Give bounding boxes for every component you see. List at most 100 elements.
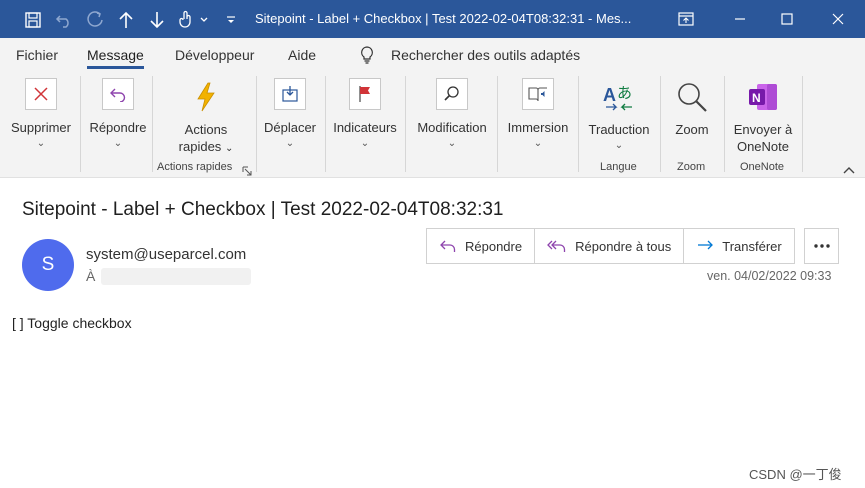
svg-text:あ: あ [617,84,632,102]
redo-icon [87,11,103,27]
translate-label: Traduction [588,122,650,137]
redo-button[interactable] [84,8,106,32]
zoom-icon [675,80,709,114]
save-button[interactable] [22,8,44,32]
immersive-reader-label: Immersion [507,120,569,135]
window-title: Sitepoint - Label + Checkbox | Test 2022… [255,11,632,26]
reply-label: Répondre [465,238,523,254]
onenote-line-2: OneNote [736,139,790,154]
chevron-down-icon [200,17,208,22]
undo-icon [55,15,69,28]
forward-button[interactable]: Transférer [684,229,794,263]
find-icon [436,78,468,110]
chevron-up-icon [843,167,855,174]
search-tools-label: Rechercher des outils adaptés [391,47,581,63]
group-label-language: Langue [600,161,637,173]
onenote-icon: N [746,80,780,114]
reply-icon [440,240,456,252]
customize-icon [227,16,235,23]
ribbon-display-options-button[interactable] [663,0,709,38]
reply-ribbon-button[interactable]: Répondre ⌄ [86,76,150,149]
touch-mode-button[interactable] [175,8,211,32]
dialog-launcher-icon[interactable] [242,163,252,181]
group-label-zoom: Zoom [677,161,706,173]
maximize-icon [781,13,793,25]
collapse-ribbon-button[interactable] [842,162,858,176]
quick-actions-label: Actions rapides ⌄ [179,121,234,157]
chevron-down-icon: ⌄ [447,138,457,149]
ribbon: Supprimer ⌄ Répondre ⌄ Actions rapides ⌄… [0,72,865,178]
flag-icon [349,78,381,110]
chevron-down-icon: ⌄ [614,140,624,151]
divider [325,76,326,172]
watermark: CSDN @一丁俊 [749,467,842,482]
flags-button[interactable]: Indicateurs ⌄ [330,76,400,149]
chevron-down-icon: ⌄ [113,138,123,149]
message-subject: Sitepoint - Label + Checkbox | Test 2022… [22,199,504,220]
divider [152,76,153,172]
reply-all-icon [547,240,566,252]
onenote-line-1: Envoyer à [733,122,793,137]
divider [578,76,579,172]
more-icon [813,244,830,248]
chevron-down-icon: ⌄ [285,138,295,149]
reply-ribbon-label: Répondre [89,120,147,135]
delete-label: Supprimer [11,120,71,135]
touch-icon [179,10,191,28]
tab-developer[interactable]: Développeur [175,47,254,63]
quick-actions-line-2: rapides ⌄ [179,138,234,157]
reply-all-button[interactable]: Répondre à tous [535,229,685,263]
delete-button[interactable]: Supprimer ⌄ [9,76,73,149]
move-icon [274,78,306,110]
customize-qat-button[interactable] [222,8,240,32]
zoom-button[interactable]: Zoom [666,76,718,138]
minimize-button[interactable] [717,0,763,38]
title-bar: Sitepoint - Label + Checkbox | Test 2022… [0,0,865,38]
tab-message[interactable]: Message [87,47,144,69]
divider [80,76,81,172]
chevron-down-icon: ⌄ [533,138,543,149]
divider [256,76,257,172]
flags-label: Indicateurs [333,120,397,135]
lightning-icon [189,80,223,114]
minimize-icon [735,18,745,20]
quick-actions-button[interactable]: Actions rapides ⌄ [168,76,244,157]
svg-text:A: A [603,85,616,105]
reply-icon [102,78,134,110]
svg-text:N: N [752,91,761,105]
close-button[interactable] [815,0,861,38]
translate-button[interactable]: Aあ Traduction ⌄ [584,76,654,151]
message-body: [ ] Toggle checkbox [12,315,132,331]
translate-icon: Aあ [602,80,636,114]
divider [660,76,661,172]
sender-address[interactable]: system@useparcel.com [86,246,246,263]
quick-actions-line-2-text: rapides [178,139,222,154]
ribbon-display-icon [678,12,694,26]
close-icon [832,13,844,25]
more-actions-button[interactable] [804,228,839,264]
edit-label: Modification [417,120,487,135]
edit-button[interactable]: Modification ⌄ [412,76,492,149]
next-item-button[interactable] [146,8,168,32]
message-actions: Répondre Répondre à tous Transférer [426,228,796,264]
reply-all-label: Répondre à tous [575,238,672,254]
avatar[interactable]: S [22,239,74,291]
tab-file[interactable]: Fichier [16,47,58,63]
immersive-reader-button[interactable]: Immersion ⌄ [503,76,573,149]
reply-button[interactable]: Répondre [427,229,536,263]
divider [724,76,725,172]
undo-button[interactable] [53,8,75,32]
move-button[interactable]: Déplacer ⌄ [260,76,320,149]
previous-item-button[interactable] [115,8,137,32]
chevron-down-icon: ⌄ [36,138,46,149]
divider [497,76,498,172]
move-label: Déplacer [263,120,317,135]
divider [802,76,803,172]
group-label-quick-actions: Actions rapides [157,161,233,173]
tab-help[interactable]: Aide [288,47,316,63]
ribbon-tabs: Fichier Message Développeur Aide Recherc… [0,38,865,72]
send-to-onenote-button[interactable]: N Envoyer à OneNote [728,76,798,155]
maximize-button[interactable] [764,0,810,38]
immersive-reader-icon [522,78,554,110]
quick-actions-line-1: Actions [184,122,228,137]
